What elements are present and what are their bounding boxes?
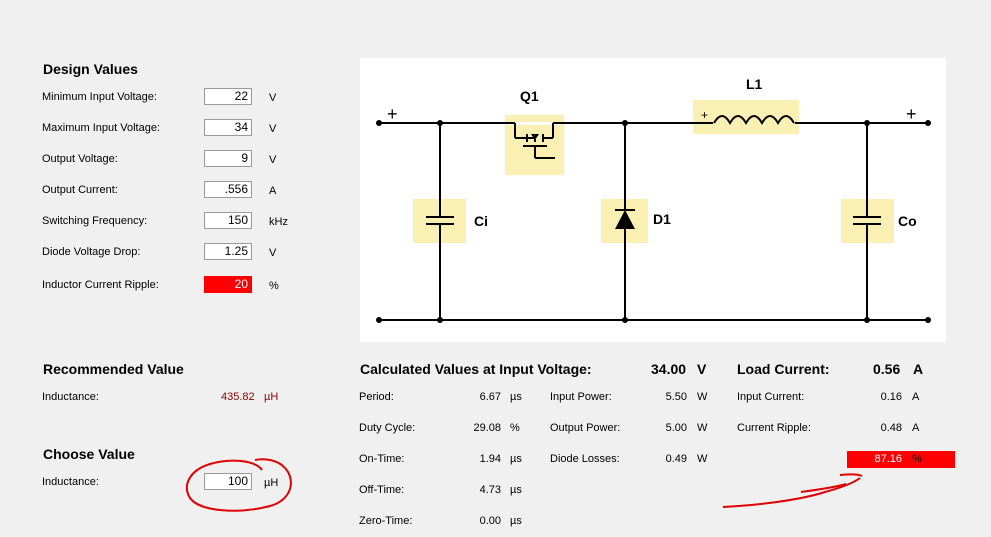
circle-annotation bbox=[185, 458, 292, 512]
annotation-overlay bbox=[185, 458, 863, 512]
underline-annotation bbox=[722, 473, 863, 508]
